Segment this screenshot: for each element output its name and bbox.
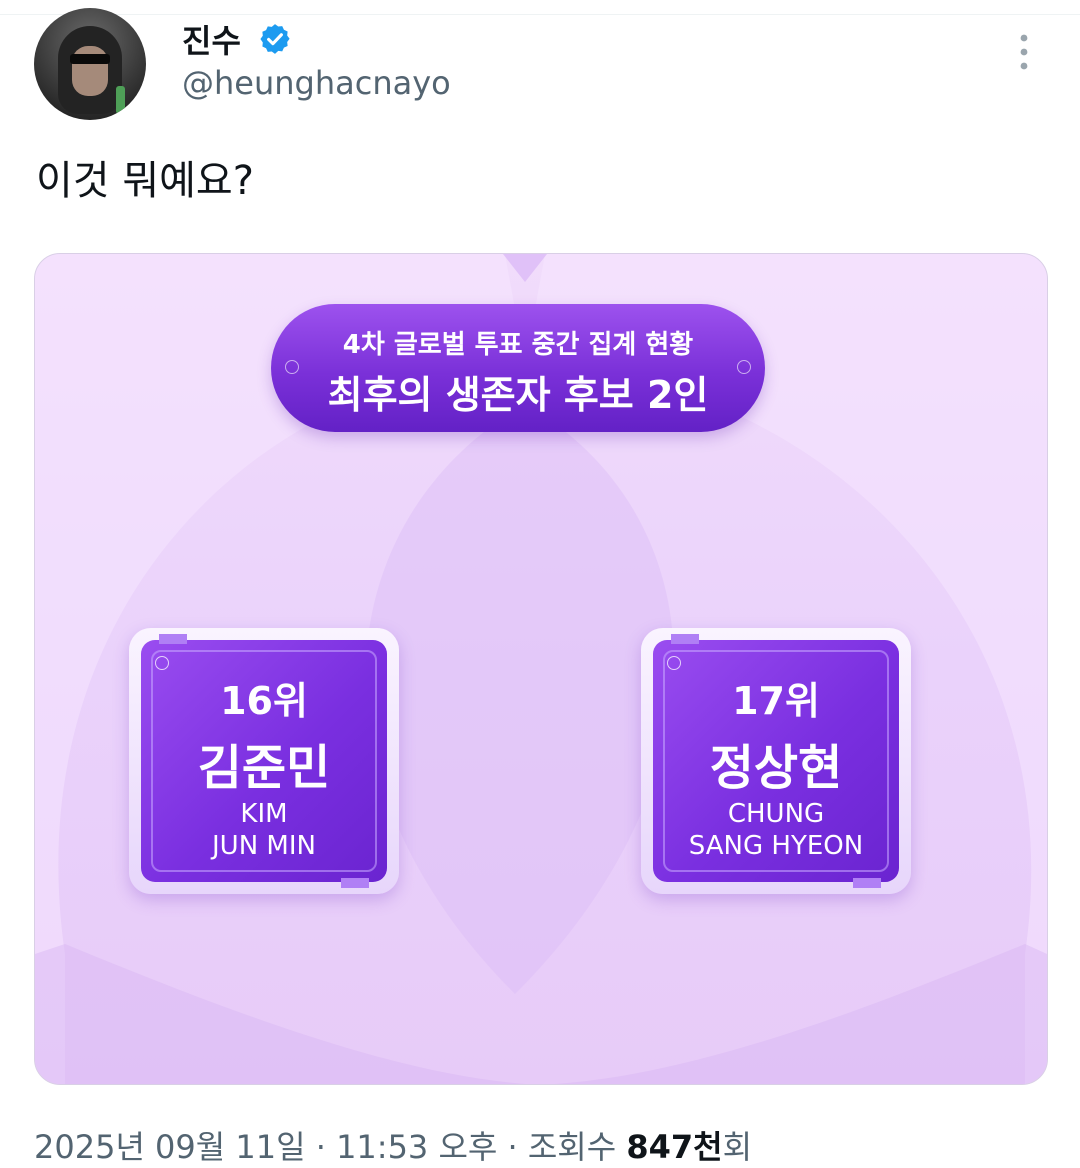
- views-count: 847천: [626, 1128, 723, 1166]
- media-header-title: 최후의 생존자 후보 2인: [327, 373, 709, 417]
- user-handle[interactable]: @heunghacnayo: [182, 64, 451, 102]
- meta-separator: ·: [497, 1128, 528, 1166]
- card-corner-tab: [341, 878, 369, 888]
- media-header-subtitle: 4차 글로벌 투표 중간 집계 현황: [342, 330, 694, 360]
- card-corner-dot-icon: [667, 656, 681, 670]
- more-options-icon[interactable]: [1012, 32, 1036, 72]
- meta-separator: ·: [305, 1128, 337, 1166]
- avatar-bottle: [116, 86, 125, 114]
- card-corner-dot-icon: [155, 656, 169, 670]
- avatar-sunglasses: [70, 54, 110, 64]
- candidate-name-english-line1: KIM: [240, 799, 288, 829]
- views-label: 조회수: [527, 1128, 627, 1166]
- candidate-name-english: CHUNG SANG HYEON: [641, 798, 911, 862]
- verified-badge-icon: [260, 24, 290, 54]
- card-corner-tab: [159, 634, 187, 644]
- tweet-media-image[interactable]: 4차 글로벌 투표 중간 집계 현황 최후의 생존자 후보 2인 16위 김준민…: [34, 253, 1048, 1085]
- candidate-name-english: KIM JUN MIN: [129, 798, 399, 862]
- candidate-name-english-line1: CHUNG: [727, 799, 825, 829]
- candidate-name-korean: 김준민: [197, 740, 331, 796]
- card-corner-tab: [853, 878, 881, 888]
- candidate-rank: 17위: [732, 679, 820, 723]
- candidate-card: 17위 정상현 CHUNG SANG HYEON: [641, 628, 911, 894]
- tweet-text: 이것 뭐예요?: [36, 158, 254, 204]
- candidate-rank: 16위: [220, 679, 308, 723]
- card-corner-tab: [671, 634, 699, 644]
- candidate-name-english-line2: JUN MIN: [212, 831, 316, 861]
- candidate-name-english-line2: SANG HYEON: [688, 831, 864, 861]
- tweet-time[interactable]: 11:53 오후: [336, 1128, 497, 1166]
- display-name[interactable]: 진수: [182, 16, 241, 62]
- avatar[interactable]: [34, 8, 146, 120]
- candidate-name-korean: 정상현: [709, 740, 843, 796]
- views-suffix: 회: [722, 1128, 753, 1166]
- top-divider: [0, 0, 1080, 15]
- candidate-card: 16위 김준민 KIM JUN MIN: [129, 628, 399, 894]
- media-header-pill: 4차 글로벌 투표 중간 집계 현황 최후의 생존자 후보 2인: [271, 304, 765, 432]
- tweet-metadata: 2025년 09월 11일 · 11:53 오후 · 조회수 847천회: [34, 1122, 752, 1168]
- tweet-date[interactable]: 2025년 09월 11일: [34, 1128, 306, 1166]
